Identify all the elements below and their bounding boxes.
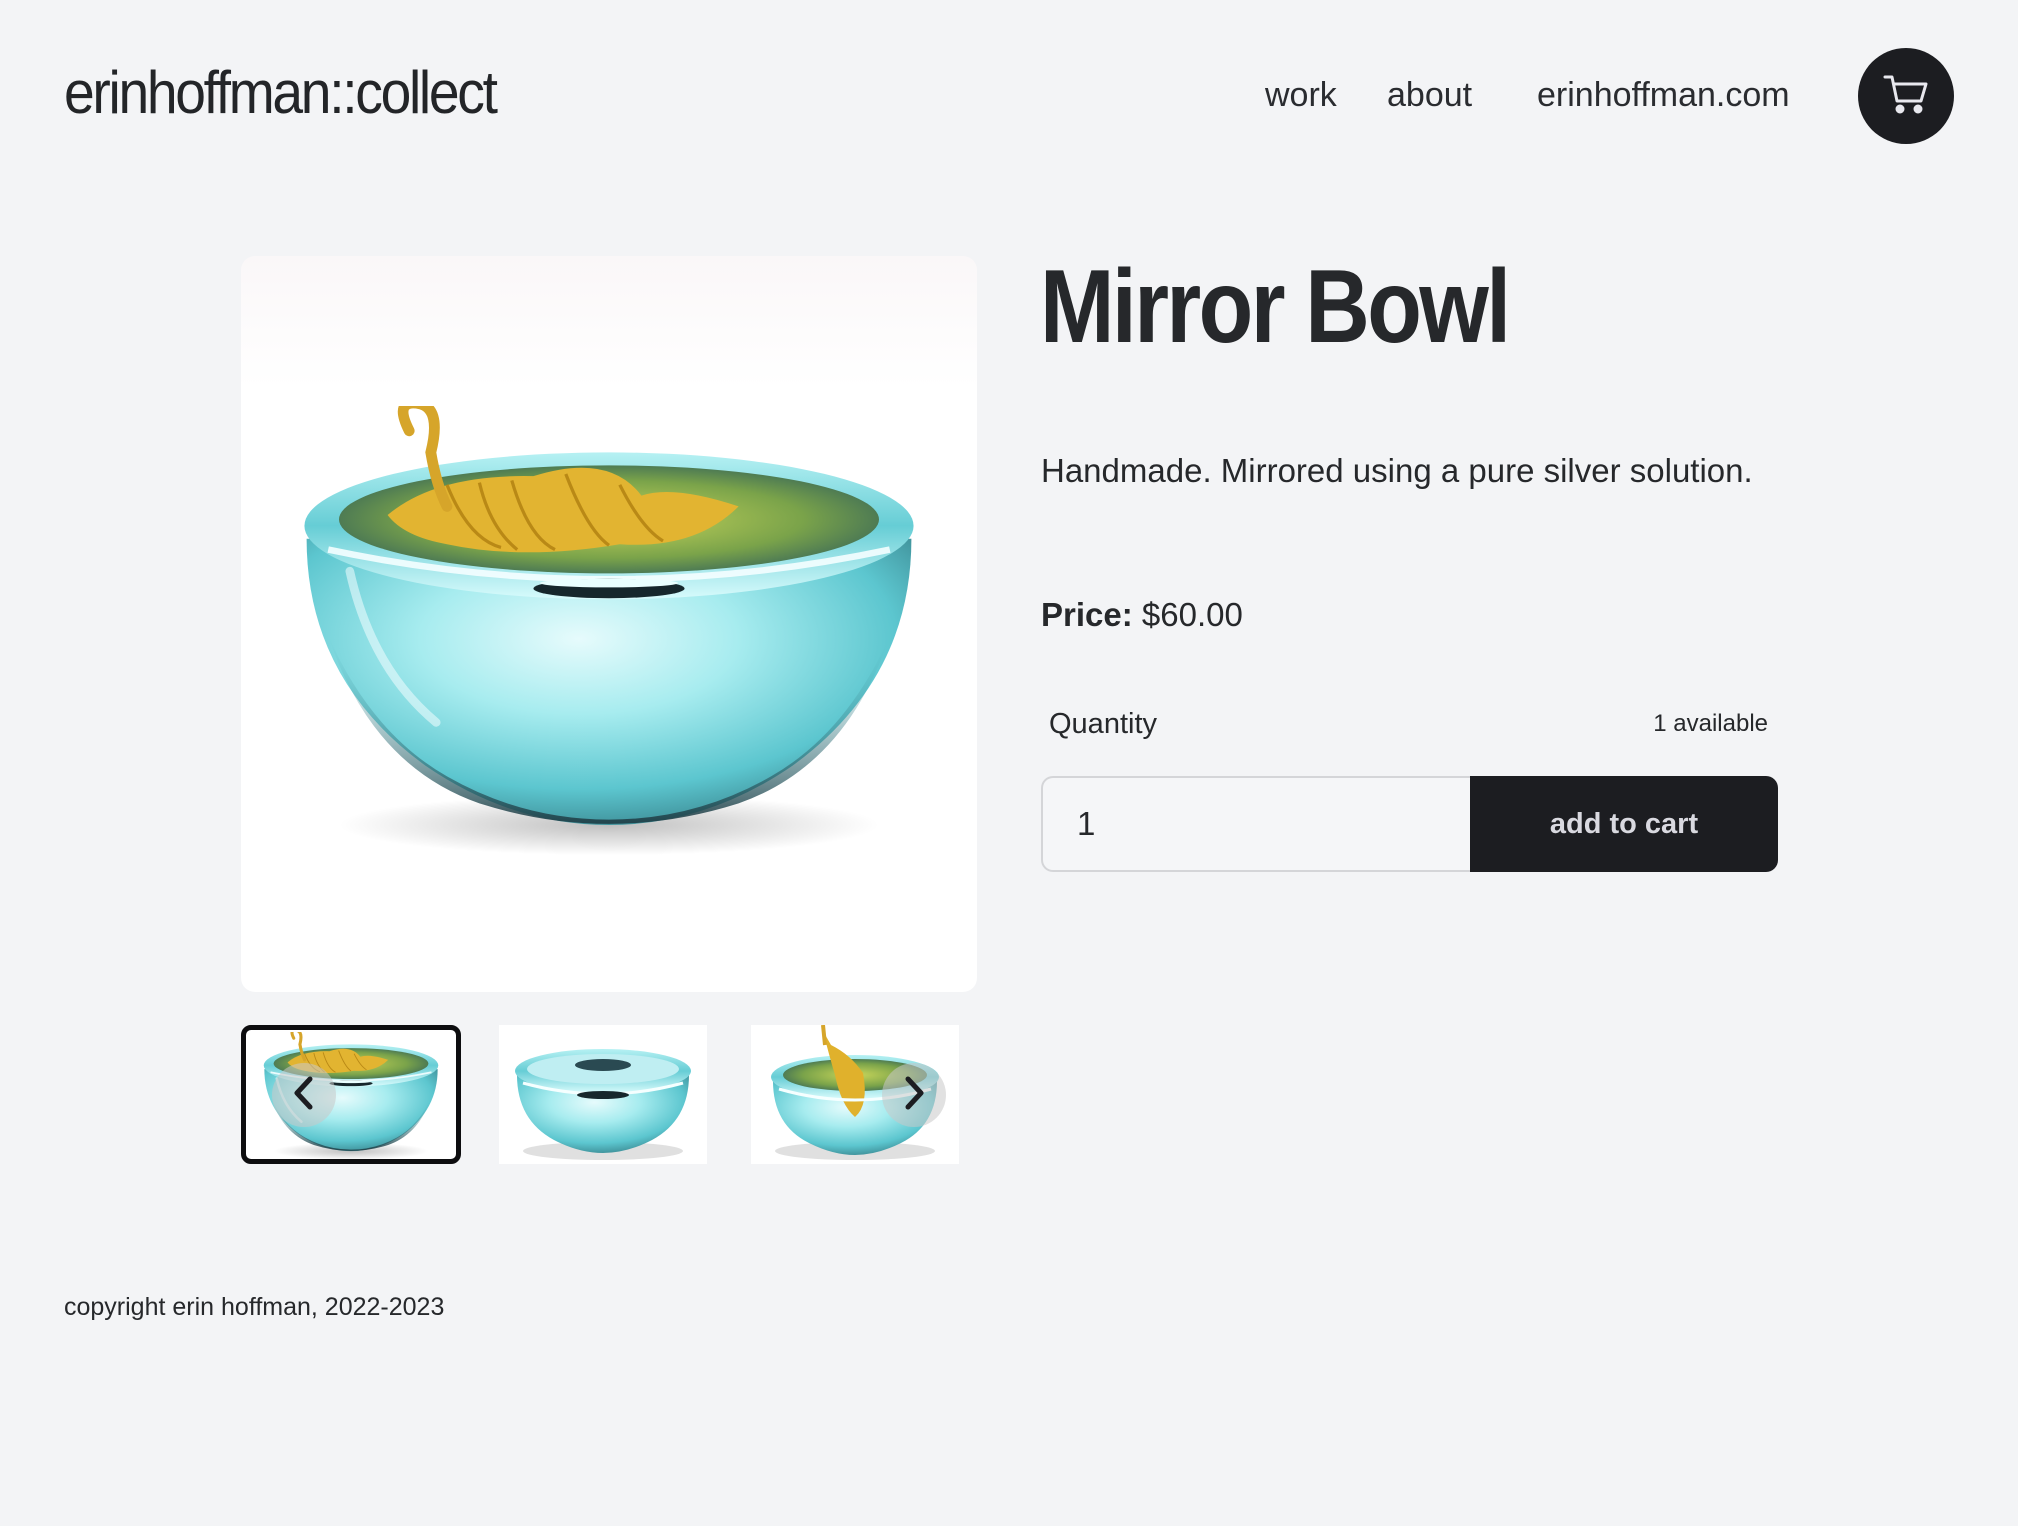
price-label: Price:: [1041, 596, 1133, 633]
cart-button[interactable]: [1858, 48, 1954, 144]
chevron-right-icon: [902, 1076, 926, 1115]
quantity-input[interactable]: [1041, 776, 1471, 872]
add-to-cart-button[interactable]: add to cart: [1470, 776, 1778, 872]
carousel-prev-button[interactable]: [272, 1063, 336, 1127]
nav-homepage-link[interactable]: erinhoffman.com: [1537, 76, 1790, 115]
carousel-next-button[interactable]: [882, 1063, 946, 1127]
available-count: 1 available: [1653, 710, 1768, 737]
quantity-label: Quantity: [1049, 708, 1157, 740]
price-row: Price: $60.00: [1041, 596, 1243, 634]
gallery-thumbnail-2[interactable]: [499, 1025, 707, 1164]
footer-copyright: copyright erin hoffman, 2022-2023: [64, 1293, 445, 1321]
shopping-cart-icon: [1883, 73, 1929, 120]
product-description: Handmade. Mirrored using a pure silver s…: [1041, 452, 1753, 489]
chevron-left-icon: [292, 1076, 316, 1115]
product-title: Mirror Bowl: [1040, 249, 1511, 365]
nav-work-link[interactable]: work: [1265, 76, 1337, 115]
price-value: $60.00: [1141, 596, 1243, 633]
product-page: erinhoffman::collect work about erinhoff…: [0, 0, 2018, 1526]
site-title[interactable]: erinhoffman::collect: [64, 58, 498, 127]
nav-about-link[interactable]: about: [1387, 76, 1472, 115]
product-main-image: [241, 256, 977, 992]
